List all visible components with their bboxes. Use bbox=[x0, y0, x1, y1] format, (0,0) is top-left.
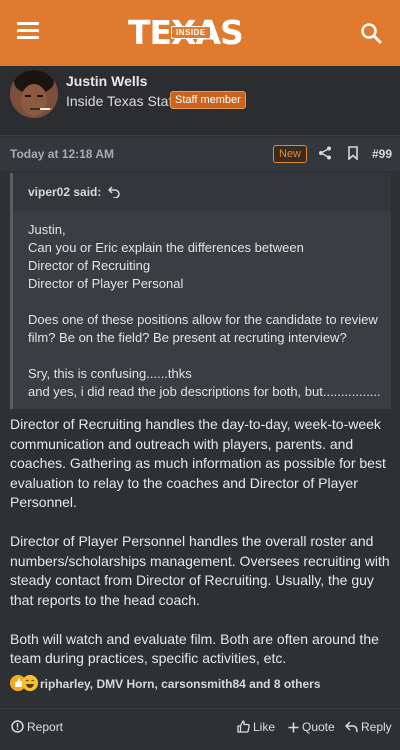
site-logo[interactable]: TEXAS INSIDE bbox=[128, 14, 268, 52]
report-icon bbox=[11, 720, 24, 733]
logo-badge: INSIDE bbox=[171, 26, 211, 39]
post-body: Director of Recruiting handles the day-t… bbox=[10, 415, 392, 688]
body-paragraph: Both will watch and evaluate film. Both … bbox=[10, 630, 379, 667]
new-badge: New bbox=[273, 145, 308, 163]
reactions-list[interactable]: ripharley, DMV Horn, carsonsmith84 and 8… bbox=[40, 677, 321, 691]
like-button[interactable]: Like bbox=[237, 720, 275, 734]
quote-author[interactable]: viper02 said: bbox=[28, 185, 101, 199]
author-title: Inside Texas Staff bbox=[66, 93, 176, 109]
laugh-reaction-icon[interactable] bbox=[22, 675, 38, 691]
top-navigation-bar: TEXAS INSIDE bbox=[0, 0, 400, 66]
body-paragraph: Director of Recruiting handles the day-t… bbox=[10, 416, 386, 510]
avatar[interactable] bbox=[10, 70, 58, 118]
post-author-bar: Justin Wells Inside Texas Staff Staff me… bbox=[0, 66, 400, 136]
reply-button[interactable]: Reply bbox=[345, 720, 392, 734]
post-meta-bar: Today at 12:18 AM New #99 bbox=[0, 137, 400, 171]
quote-header: viper02 said: bbox=[13, 173, 391, 211]
quote-button[interactable]: Quote bbox=[288, 720, 335, 734]
quote-paragraph: Does one of these positions allow for th… bbox=[28, 312, 382, 345]
post-number-link[interactable]: #99 bbox=[372, 147, 392, 161]
reply-arrow-icon bbox=[345, 721, 358, 733]
report-label: Report bbox=[27, 720, 64, 734]
plus-icon bbox=[288, 722, 299, 733]
thumbs-up-icon bbox=[237, 720, 250, 733]
author-name[interactable]: Justin Wells bbox=[66, 73, 147, 89]
quote-paragraph: Justin, Can you or Eric explain the diff… bbox=[28, 222, 304, 291]
reply-label: Reply bbox=[361, 720, 392, 734]
share-icon[interactable] bbox=[318, 146, 332, 160]
quote-paragraph: Sry, this is confusing......thks and yes… bbox=[28, 366, 381, 399]
post-actions-bar: Report Like Quote Reply bbox=[0, 708, 400, 746]
jump-to-quote-icon[interactable] bbox=[107, 185, 120, 199]
quoted-message: viper02 said: Justin, Can you or Eric ex… bbox=[10, 173, 391, 409]
like-label: Like bbox=[253, 720, 276, 734]
search-icon[interactable] bbox=[360, 22, 382, 44]
bookmark-icon[interactable] bbox=[347, 146, 359, 161]
quote-label: Quote bbox=[302, 720, 335, 734]
hamburger-menu-icon[interactable] bbox=[17, 22, 39, 42]
quote-body: Justin, Can you or Eric explain the diff… bbox=[28, 221, 388, 401]
body-paragraph: Director of Player Personnel handles the… bbox=[10, 533, 390, 608]
report-button[interactable]: Report bbox=[11, 720, 63, 734]
staff-member-badge: Staff member bbox=[170, 91, 246, 109]
post-timestamp[interactable]: Today at 12:18 AM bbox=[10, 147, 114, 161]
